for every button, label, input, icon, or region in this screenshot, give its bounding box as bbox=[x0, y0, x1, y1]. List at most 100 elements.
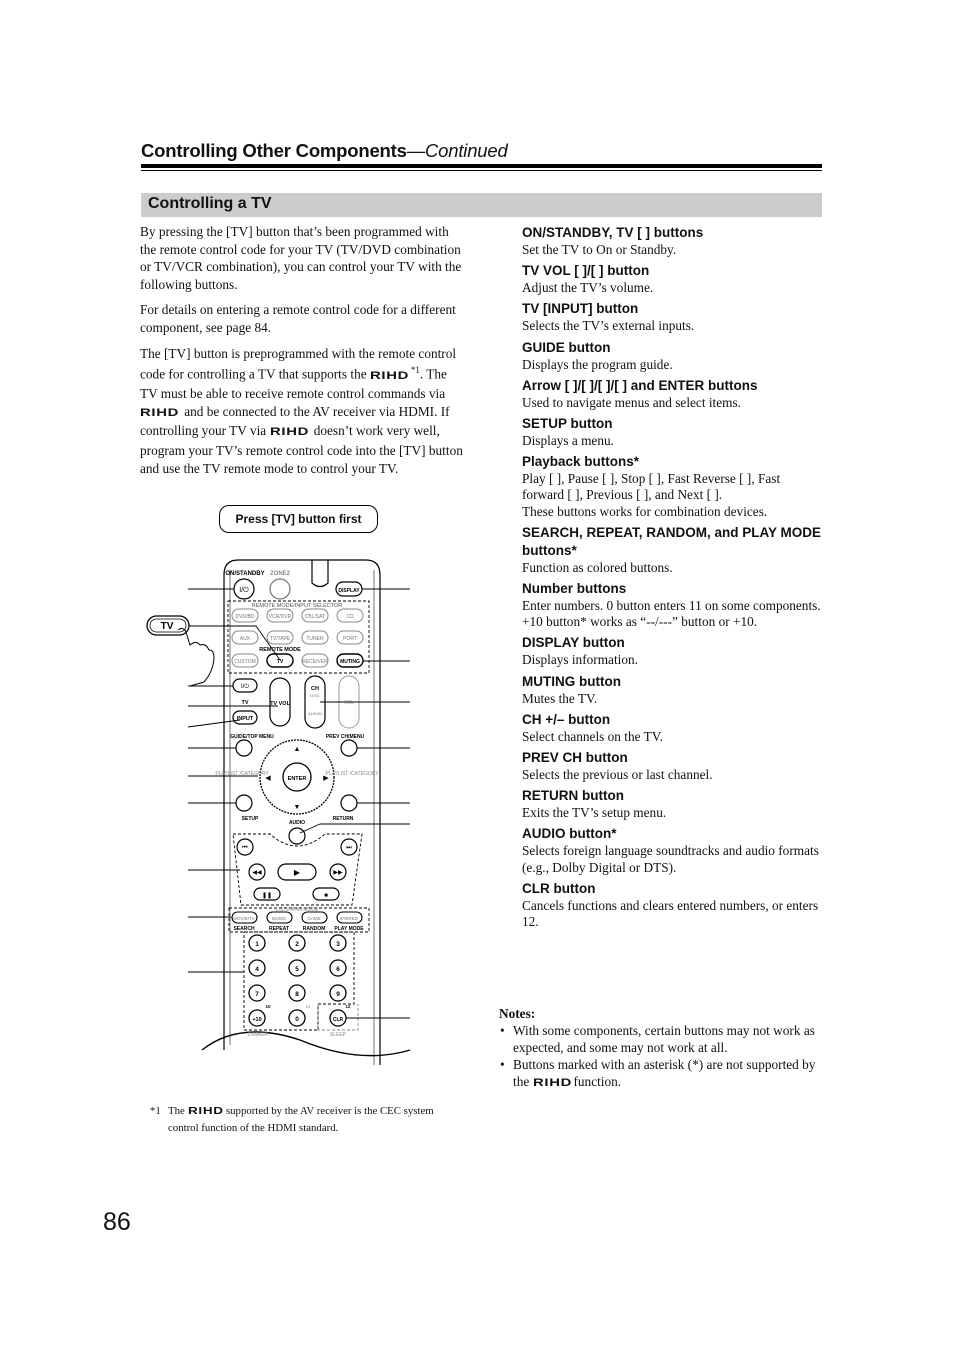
button-description: GUIDE button Displays the program guide. bbox=[522, 339, 822, 373]
button-description: MUTING button Mutes the TV. bbox=[522, 673, 822, 707]
label-cbl: CBL/SAT bbox=[305, 614, 325, 620]
press-tv-callout: Press [TV] button first bbox=[219, 505, 378, 533]
button-description-title: SETUP button bbox=[522, 416, 613, 432]
button-description-text: Displays the program guide. bbox=[522, 356, 673, 372]
label-return: RETURN bbox=[333, 816, 354, 822]
label-audio: AUDIO bbox=[289, 820, 305, 826]
note-item: With some components, certain buttons ma… bbox=[499, 1023, 824, 1057]
button-description: Number buttons Enter numbers. 0 button en… bbox=[522, 580, 822, 630]
button-description-title: CLR button bbox=[522, 880, 596, 896]
button-description-text: Enter numbers. 0 button enters 11 on som… bbox=[522, 598, 821, 630]
button-description-title: TV [INPUT] button bbox=[522, 301, 639, 317]
label-cd: CD bbox=[346, 614, 354, 620]
button-description-title: CH +/– button bbox=[522, 711, 611, 727]
button-description-text: Set the TV to On or Standby. bbox=[522, 242, 677, 257]
rihd-logo: RIHD bbox=[187, 1106, 224, 1117]
button-description-title: RETURN button bbox=[522, 788, 624, 804]
footnote-ref: *1 bbox=[410, 365, 420, 376]
button-description-text: Cancels functions and clears entered num… bbox=[522, 897, 819, 930]
zone2-button[interactable] bbox=[269, 578, 291, 600]
button-description-title: SEARCH, REPEAT, RANDOM, and PLAY MODE bu… bbox=[522, 524, 822, 558]
label-setup: SETUP bbox=[242, 816, 259, 822]
label-dvd: DVD/BD bbox=[236, 614, 255, 620]
label-playlist-right: PLAYLIST /CATEGORY bbox=[325, 771, 379, 777]
fast-forward-icon: ▶▶ bbox=[333, 870, 343, 876]
button-description-title: GUIDE button bbox=[522, 339, 611, 355]
header-rule-thick bbox=[141, 164, 822, 168]
setup-button[interactable] bbox=[235, 794, 253, 812]
label-2: 2 bbox=[295, 941, 299, 948]
label-input: INPUT bbox=[237, 716, 254, 722]
label-random: RANDOM bbox=[303, 926, 326, 932]
arrow-down-icon: ▼ bbox=[294, 804, 301, 811]
rihd-logo: RIHD bbox=[269, 426, 309, 439]
button-description-title: AUDIO button* bbox=[522, 826, 617, 842]
label-1: 1 bbox=[255, 941, 259, 948]
button-description-title: ON/STANDBY, TV [ ] buttons bbox=[522, 225, 704, 240]
label-9: 9 bbox=[336, 991, 340, 998]
label-3: 3 bbox=[336, 941, 340, 948]
section-title: Controlling a TV bbox=[148, 195, 272, 212]
button-description: CH +/– button Select channels on the TV. bbox=[522, 711, 822, 745]
guide-button[interactable] bbox=[235, 739, 253, 757]
button-description-text: Displays a menu. bbox=[522, 433, 614, 449]
power-icon: I/⏻ bbox=[239, 586, 249, 594]
label-5: 5 bbox=[295, 966, 299, 973]
label-album: ALBUM bbox=[308, 711, 322, 716]
button-description: Arrow [ ]/[ ]/[ ]/[ ] and ENTER buttons U… bbox=[522, 377, 822, 411]
label-vcr: VCR/DVR bbox=[269, 614, 292, 620]
prev-ch-button[interactable] bbox=[340, 739, 358, 757]
button-description-text: Selects the previous or last channel. bbox=[522, 767, 713, 783]
label-4: 4 bbox=[255, 966, 259, 973]
label-tv-mode: TV bbox=[277, 659, 284, 665]
notes-title: Notes: bbox=[499, 1006, 536, 1021]
header-rule-thin bbox=[141, 170, 822, 171]
label-12: 12 bbox=[345, 1004, 351, 1009]
return-button[interactable] bbox=[340, 794, 358, 812]
label-zone2: ZONE2 bbox=[270, 571, 291, 577]
label-game: GAME bbox=[307, 916, 320, 921]
footnote-marker: *1 bbox=[150, 1105, 161, 1117]
audio-button[interactable] bbox=[288, 827, 306, 845]
button-description: TV VOL [ ]/[ ] button Adjust the TV’s vol… bbox=[522, 262, 822, 296]
button-description-text: Select channels on the TV. bbox=[522, 728, 663, 744]
label-clr: CLR bbox=[333, 1017, 344, 1023]
page-header: Controlling Other Components—Continued bbox=[141, 140, 508, 162]
label-stereo: STEREO bbox=[340, 916, 359, 921]
play-icon: ▶ bbox=[294, 868, 301, 877]
tv-power-icon: I/⏻ bbox=[241, 683, 249, 690]
button-description-text: Used to navigate menus and select items. bbox=[522, 394, 741, 410]
label-ch: CH bbox=[311, 686, 319, 692]
label-remote-mode: REMOTE MODE bbox=[259, 647, 301, 653]
button-description-text: Selects foreign language soundtracks and… bbox=[522, 843, 819, 875]
label-11: 11 bbox=[306, 1004, 311, 1009]
hand-icon bbox=[177, 627, 215, 687]
button-description: RETURN button Exits the TV’s setup menu. bbox=[522, 787, 822, 821]
button-description-title: MUTING button bbox=[522, 673, 621, 689]
button-description-text: Exits the TV’s setup menu. bbox=[522, 805, 667, 821]
next-icon: ⏭ bbox=[346, 845, 352, 851]
previous-icon: ⏮ bbox=[242, 845, 248, 851]
label-on-standby: ON/STANDBY bbox=[225, 571, 264, 577]
label-0: 0 bbox=[295, 1016, 299, 1023]
label-enter: ENTER bbox=[288, 776, 307, 782]
label-7: 7 bbox=[255, 991, 259, 998]
label-remote-mode-input: REMOTE MODE/INPUT SELECTOR bbox=[252, 603, 343, 609]
button-description-text: These buttons works for combination devi… bbox=[522, 503, 768, 519]
note-item: Buttons marked with an asterisk (*) are … bbox=[499, 1057, 824, 1092]
button-description: PREV CH button Selects the previous or la… bbox=[522, 749, 822, 783]
notes: Notes: With some components, certain but… bbox=[499, 1006, 824, 1093]
button-description-text: Play [ ], Pause [ ], Stop [ ], Fast Reve… bbox=[522, 471, 781, 503]
label-disc: DISC bbox=[310, 693, 320, 698]
page-number: 86 bbox=[103, 1208, 131, 1236]
label-music: MUSIC bbox=[272, 916, 287, 921]
label-port: PORT bbox=[343, 636, 357, 642]
label-prev-ch: PREV CH/MENU bbox=[326, 734, 365, 740]
pause-icon: ❚❚ bbox=[262, 892, 272, 899]
button-description-title: Number buttons bbox=[522, 581, 627, 597]
label-sleep: SLEEP bbox=[330, 1032, 347, 1038]
label-display: DISPLAY bbox=[338, 588, 360, 594]
button-description-title: Playback buttons* bbox=[522, 454, 640, 470]
button-description-text: Function as colored buttons. bbox=[522, 559, 673, 575]
label-custom: CUSTOM bbox=[234, 659, 256, 665]
